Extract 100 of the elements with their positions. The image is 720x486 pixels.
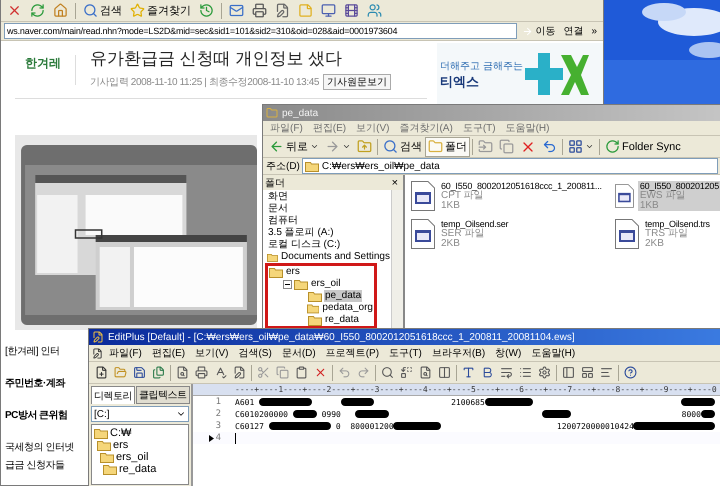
panel-icon bbox=[562, 366, 575, 379]
menu-item[interactable]: 프로젝트(P) bbox=[322, 346, 384, 360]
menu-item[interactable]: 도움말(H) bbox=[502, 121, 554, 135]
menu-item[interactable]: 브라우저(B) bbox=[428, 346, 490, 360]
copy-icon bbox=[499, 139, 514, 154]
directory-item[interactable]: ers_oil bbox=[116, 451, 148, 463]
file-name: temp_Oilsend.trs bbox=[645, 219, 710, 229]
redaction-mark bbox=[355, 410, 389, 418]
folder-tree-item[interactable]: ers bbox=[285, 266, 301, 278]
menu-item[interactable]: 파일(F) bbox=[266, 121, 307, 135]
scrollbar[interactable] bbox=[391, 190, 403, 329]
folder-icon bbox=[304, 160, 319, 172]
mail-icon bbox=[229, 3, 244, 18]
help-icon bbox=[624, 366, 637, 379]
menu-item[interactable]: 도구(T) bbox=[458, 121, 500, 135]
back-button[interactable]: 뒤로 bbox=[266, 136, 322, 156]
stop-icon bbox=[7, 3, 22, 18]
folder-tree-item[interactable]: 3.5 플로피 (A:) bbox=[267, 227, 335, 239]
panel-tab[interactable]: 클립텍스트 bbox=[136, 386, 190, 404]
directory-item[interactable]: re_data bbox=[119, 463, 156, 475]
menu-item[interactable]: 검색(S) bbox=[234, 346, 276, 360]
bold-icon bbox=[481, 366, 494, 379]
more-button[interactable]: » bbox=[588, 22, 600, 40]
go-button[interactable]: 이동 bbox=[519, 22, 558, 40]
replace-icon bbox=[400, 366, 413, 379]
menu-item[interactable]: 창(W) bbox=[491, 346, 526, 360]
file-item[interactable]: temp_Oilsend.trs TRS 파일 2KB bbox=[615, 219, 720, 257]
text-cursor bbox=[235, 432, 236, 444]
users-icon bbox=[367, 3, 382, 18]
menu-item[interactable]: 편집(E) bbox=[148, 346, 190, 360]
address-field[interactable]: C:₩ers₩ers_oil₩pe_data bbox=[302, 158, 718, 174]
file-name: 60_I550_800201205 bbox=[640, 181, 719, 191]
menu-item[interactable]: 도구(T) bbox=[385, 346, 426, 360]
film-icon bbox=[344, 3, 359, 18]
address-field[interactable]: ws.naver.com/main/read.nhn?mode=LS2D&mid=sec&sid1=101&sid2=310&oid=028&aid=0001973604 bbox=[4, 23, 518, 39]
folder-icon bbox=[294, 278, 308, 290]
menu-item[interactable]: 보기(V) bbox=[352, 121, 394, 135]
folder-move-icon bbox=[478, 139, 493, 154]
history-icon bbox=[199, 3, 214, 18]
folder-tree-item[interactable]: ers_oil bbox=[310, 278, 342, 290]
collapse-icon[interactable] bbox=[283, 280, 292, 288]
folder-tree-item[interactable]: 화면 bbox=[267, 191, 289, 203]
window-title: pe_data bbox=[282, 108, 318, 118]
file-item[interactable]: 60_I550_8002012051618ccc_1_200811... CPT 파일 1KB bbox=[411, 181, 615, 219]
search-button[interactable]: 검색 bbox=[380, 136, 425, 156]
file-type: EWS 파일 bbox=[640, 191, 686, 201]
file-type: CPT 파일 bbox=[441, 191, 484, 201]
grid-icon bbox=[568, 139, 583, 154]
save-icon bbox=[133, 366, 146, 379]
code-text: C6010200000 bbox=[235, 410, 288, 418]
panel-tab[interactable]: 디렉토리 bbox=[91, 386, 135, 404]
directory-item[interactable]: ers bbox=[113, 439, 128, 451]
menu-item[interactable]: 문서(D) bbox=[278, 346, 320, 360]
close-button[interactable]: × bbox=[388, 176, 401, 190]
refresh-icon bbox=[30, 3, 45, 18]
article-date: 기사입력 2008-11-10 11:25 | 최종수정2008-11-10 13:45 bbox=[90, 76, 320, 89]
folder-tree-item[interactable]: pe_data bbox=[324, 290, 362, 302]
search-button[interactable]: 검색 bbox=[80, 0, 125, 20]
article-text: PC방서 큰위험 bbox=[5, 409, 68, 422]
search-icon bbox=[381, 366, 394, 379]
links-button[interactable]: 연결 bbox=[560, 22, 586, 40]
address-label: 주소(D) bbox=[266, 160, 300, 173]
article-headline: 유가환급금 신청때 개인정보 샜다 bbox=[90, 48, 344, 70]
undo-icon bbox=[542, 139, 557, 154]
menu-item[interactable]: 파일(F) bbox=[105, 346, 146, 360]
directory-item[interactable]: C:₩ bbox=[110, 427, 132, 439]
file-item[interactable]: temp_Oilsend.ser SER 파일 2KB bbox=[411, 219, 615, 257]
original-article-button[interactable]: 기사원문보기 bbox=[323, 74, 392, 90]
document-icon bbox=[233, 366, 246, 379]
folder-icon bbox=[306, 302, 320, 314]
folder-tree-item[interactable]: 문서 bbox=[267, 203, 289, 215]
redaction-mark bbox=[259, 398, 312, 406]
code-text: 0990 bbox=[322, 410, 341, 418]
folder-tree-item[interactable]: re_data bbox=[324, 314, 360, 326]
menu-item[interactable]: 도움말(H) bbox=[527, 346, 580, 360]
folder-tree-item[interactable]: pedata_org bbox=[321, 302, 374, 314]
advertisement-banner[interactable]: 더해주고 금해주는 티엑스 bbox=[437, 43, 603, 107]
article-text: [한겨레] 인터 bbox=[5, 345, 60, 358]
code-text: 8000 bbox=[682, 410, 701, 418]
folder-sync-button[interactable]: Folder Sync bbox=[602, 136, 684, 156]
file-search-icon bbox=[419, 366, 432, 379]
folder-icon bbox=[308, 290, 322, 302]
drive-dropdown[interactable]: [C:] bbox=[91, 406, 189, 422]
menu-item[interactable]: 보기(V) bbox=[191, 346, 232, 360]
article-text: 주민번호·계좌 bbox=[5, 377, 65, 390]
menu-item[interactable]: 즐겨찾기(A) bbox=[395, 121, 457, 135]
folder-tree-item[interactable]: 컴퓨터 bbox=[267, 215, 299, 227]
redo-icon bbox=[357, 366, 370, 379]
folders-button[interactable]: 폴더 bbox=[425, 136, 470, 156]
folder-tree-item[interactable]: 로컬 디스크 (C:) bbox=[267, 239, 342, 251]
arrow-right-icon bbox=[522, 26, 534, 36]
undo-icon bbox=[338, 366, 351, 379]
folder-tree-item[interactable]: Documents and Settings bbox=[280, 251, 391, 263]
new-file-icon bbox=[95, 366, 108, 379]
favorites-button[interactable]: 즐겨찾기 bbox=[127, 0, 194, 20]
folder-icon bbox=[266, 107, 278, 119]
menu-item[interactable]: 편집(E) bbox=[308, 121, 350, 135]
open-icon bbox=[114, 366, 127, 379]
document-icon bbox=[411, 181, 435, 211]
printer-icon bbox=[252, 3, 267, 18]
